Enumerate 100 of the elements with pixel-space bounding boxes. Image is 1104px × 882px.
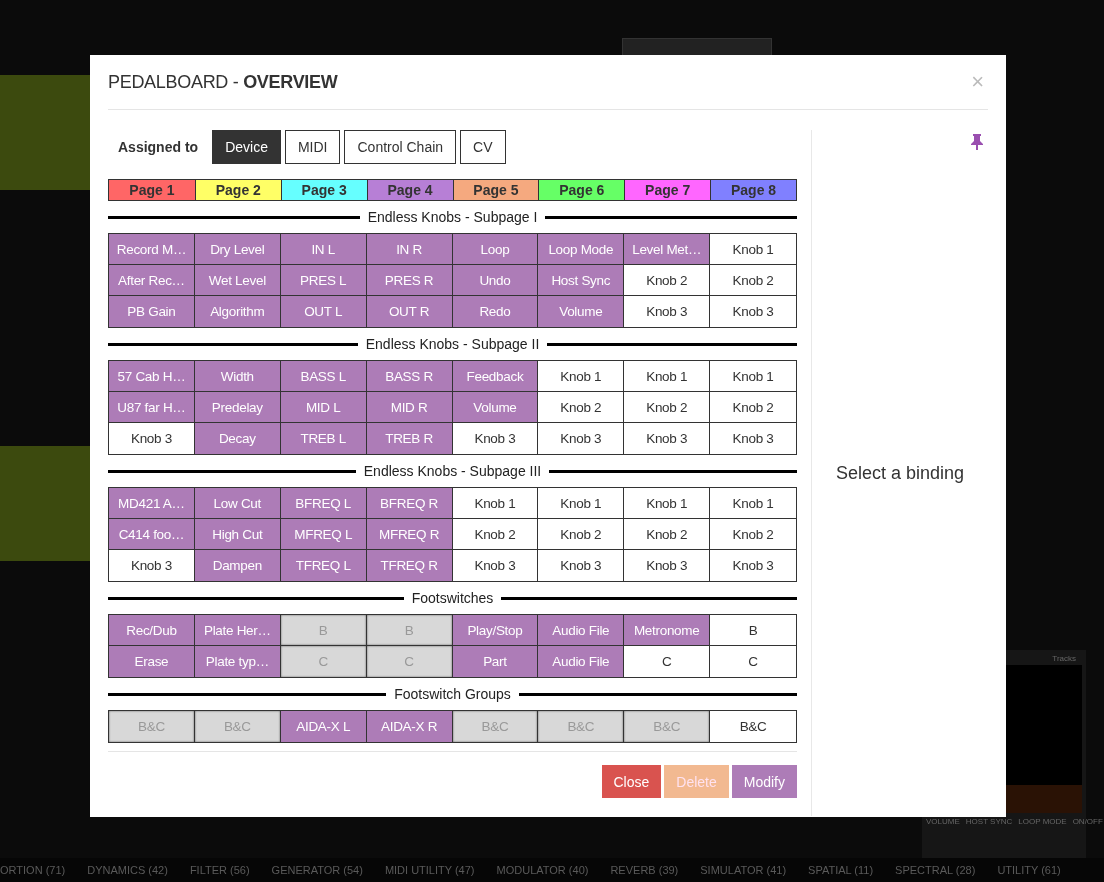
binding-cell[interactable]: PRES L [280,265,367,296]
binding-cell[interactable]: OUT R [366,296,453,327]
binding-cell[interactable]: B [366,615,453,646]
category-tab[interactable]: REVERB (39) [610,864,679,876]
binding-cell[interactable]: Audio File [538,615,625,646]
dialog-button[interactable]: Close [601,765,662,798]
assign-tab[interactable]: CV [460,130,506,164]
binding-cell[interactable]: B [280,615,367,646]
binding-cell[interactable]: Knob 2 [624,519,711,550]
binding-cell[interactable]: MFREQ L [280,519,367,550]
binding-cell[interactable]: Undo [452,265,539,296]
binding-cell[interactable]: Algorithm [194,296,281,327]
binding-cell[interactable]: 57 Cab H… [109,361,195,392]
binding-cell[interactable]: AIDA-X L [280,711,367,742]
binding-cell[interactable]: U87 far H… [109,392,195,423]
binding-cell[interactable]: B&C [624,711,711,742]
binding-cell[interactable]: Low Cut [194,488,281,519]
binding-cell[interactable]: High Cut [194,519,281,550]
binding-cell[interactable]: B&C [109,711,195,742]
binding-cell[interactable]: Knob 2 [624,392,711,423]
binding-cell[interactable]: B&C [538,711,625,742]
binding-cell[interactable]: Width [194,361,281,392]
binding-cell[interactable]: Record M… [109,234,195,265]
binding-cell[interactable]: B&C [194,711,281,742]
binding-cell[interactable]: TREB R [366,423,453,454]
binding-cell[interactable]: Plate typ… [194,646,281,677]
binding-cell[interactable]: AIDA-X R [366,711,453,742]
close-button[interactable]: × [967,69,988,95]
category-tab[interactable]: UTILITY (61) [997,864,1061,876]
binding-cell[interactable]: MFREQ R [366,519,453,550]
binding-cell[interactable]: MID R [366,392,453,423]
assign-tab[interactable]: Control Chain [344,130,457,164]
binding-cell[interactable]: Volume [452,392,539,423]
binding-cell[interactable]: IN R [366,234,453,265]
binding-cell[interactable]: Part [452,646,539,677]
page-header: Page 1 [109,180,195,200]
binding-cell[interactable]: Knob 1 [452,488,539,519]
binding-cell[interactable]: OUT L [280,296,367,327]
category-tab[interactable]: DYNAMICS (42) [87,864,168,876]
binding-cell[interactable]: PB Gain [109,296,195,327]
binding-cell[interactable]: Redo [452,296,539,327]
category-tab[interactable]: MIDI UTILITY (47) [384,864,475,876]
binding-cell[interactable]: Feedback [452,361,539,392]
category-tab[interactable]: SIMULATOR (41) [700,864,787,876]
dialog-button[interactable]: Modify [731,765,797,798]
binding-cell[interactable]: IN L [280,234,367,265]
page-header: Page 4 [366,180,453,200]
control-label: VOLUME [926,817,960,826]
binding-cell[interactable]: Knob 1 [538,488,625,519]
binding-cell[interactable]: After Rec… [109,265,195,296]
binding-cell[interactable]: Knob 2 [538,519,625,550]
binding-cell[interactable]: TREB L [280,423,367,454]
binding-cell[interactable]: Host Sync [538,265,625,296]
binding-cell[interactable]: MID L [280,392,367,423]
binding-cell[interactable]: Decay [194,423,281,454]
binding-cell[interactable]: Knob 1 [624,488,711,519]
binding-cell[interactable]: C [280,646,367,677]
pin-icon[interactable] [970,134,984,150]
binding-cell[interactable]: TFREQ R [366,550,453,581]
binding-cell[interactable]: Loop [452,234,539,265]
binding-cell[interactable]: Level Met… [624,234,711,265]
binding-cell[interactable]: PRES R [366,265,453,296]
binding-cell[interactable]: Knob 2 [538,392,625,423]
binding-cell[interactable]: Metronome [624,615,711,646]
category-tab[interactable]: SPECTRAL (28) [895,864,976,876]
binding-cell[interactable]: Erase [109,646,195,677]
category-tab[interactable]: GENERATOR (54) [271,864,363,876]
assign-tab[interactable]: MIDI [284,130,341,164]
binding-cell[interactable]: BFREQ R [366,488,453,519]
binding-cell[interactable]: Wet Level [194,265,281,296]
assign-tab[interactable]: Device [212,130,281,164]
binding-cell[interactable]: BASS L [280,361,367,392]
binding-cell[interactable]: BFREQ L [280,488,367,519]
binding-cell[interactable]: Knob 2 [452,519,539,550]
empty-message: Select a binding [835,462,965,484]
binding-cell[interactable]: C [366,646,453,677]
category-tab[interactable]: FILTER (56) [189,864,250,876]
page-header: Page 8 [710,180,796,200]
binding-cell[interactable]: B&C [452,711,539,742]
binding-cell[interactable]: Predelay [194,392,281,423]
page-header: Page 2 [194,180,281,200]
binding-cell[interactable]: Knob 1 [538,361,625,392]
category-tab[interactable]: MODULATOR (40) [496,864,589,876]
binding-cell[interactable]: Loop Mode [538,234,625,265]
binding-cell[interactable]: Rec/Dub [109,615,195,646]
binding-cell[interactable]: Knob 1 [624,361,711,392]
binding-cell[interactable]: C414 foo… [109,519,195,550]
binding-cell[interactable]: Knob 2 [624,265,711,296]
binding-cell[interactable]: Dry Level [194,234,281,265]
binding-cell[interactable]: Play/Stop [452,615,539,646]
category-tab[interactable]: SPATIAL (11) [808,864,874,876]
binding-cell[interactable]: Dampen [194,550,281,581]
binding-cell[interactable]: Plate Her… [194,615,281,646]
page-header: Page 5 [452,180,539,200]
binding-cell[interactable]: Volume [538,296,625,327]
category-tab[interactable]: ORTION (71) [0,864,66,876]
binding-cell[interactable]: TFREQ L [280,550,367,581]
binding-cell[interactable]: Audio File [538,646,625,677]
binding-cell[interactable]: MD421 A… [109,488,195,519]
binding-cell[interactable]: BASS R [366,361,453,392]
